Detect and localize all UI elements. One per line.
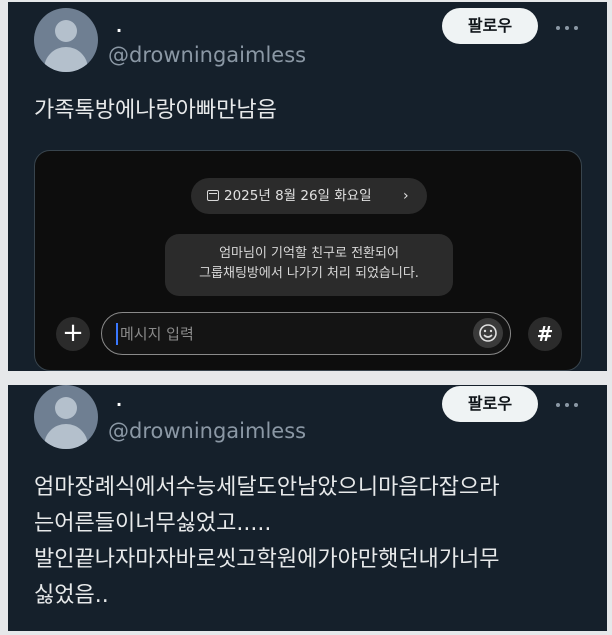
avatar-head — [55, 397, 77, 419]
message-input-placeholder: 메시지 입력 — [120, 325, 194, 343]
hash-icon: # — [528, 317, 562, 351]
text-caret — [116, 323, 118, 345]
tweet-text-line: 싫었음.. — [34, 583, 109, 608]
tweet-text-line: 발인끝나자마자바로씻고학원에가야만햇던내가너무 — [34, 547, 500, 572]
tweet-card: · @drowningaimless 팔로우 엄마장례식에서수능세달도안남았으니… — [8, 385, 607, 631]
tweet-text: 엄마장례식에서수능세달도안남았으니마음다잡으라 는어른들이너무싫었고..... … — [34, 470, 500, 614]
avatar-head — [55, 20, 77, 42]
avatar[interactable] — [34, 8, 98, 72]
tweet-text-line: 는어른들이너무싫었고..... — [34, 511, 272, 536]
system-message: 엄마님이 기억할 친구로 전환되어 그룹채팅방에서 나가기 처리 되었습니다. — [165, 234, 453, 296]
date-pill: 2025년 8월 26일 화요일 › — [191, 178, 427, 214]
system-message-line: 엄마님이 기억할 친구로 전환되어 — [219, 246, 399, 261]
avatar[interactable] — [34, 385, 98, 449]
plus-icon: + — [56, 317, 90, 351]
user-handle[interactable]: @drowningaimless — [108, 419, 306, 443]
system-message-line: 그룹채팅방에서 나가기 처리 되었습니다. — [199, 266, 419, 281]
follow-button[interactable]: 팔로우 — [442, 8, 538, 44]
chevron-right-icon: › — [403, 188, 409, 204]
user-handle[interactable]: @drowningaimless — [108, 43, 306, 67]
tweet-text-line: 가족톡방에나랑아빠만남음 — [34, 98, 277, 123]
more-icon[interactable] — [556, 401, 578, 409]
more-icon[interactable] — [556, 24, 578, 32]
tweet-card: · @drowningaimless 팔로우 가족톡방에나랑아빠만남음 2025… — [8, 2, 607, 371]
calendar-icon — [207, 190, 219, 201]
follow-button[interactable]: 팔로우 — [442, 386, 538, 422]
emoji-icon — [473, 318, 503, 348]
date-label: 2025년 8월 26일 화요일 — [224, 188, 372, 204]
message-input: 메시지 입력 — [101, 312, 511, 355]
display-name[interactable]: · — [116, 397, 122, 413]
display-name[interactable]: · — [116, 23, 122, 39]
tweet-text: 가족톡방에나랑아빠만남음 — [34, 94, 277, 127]
chat-screenshot[interactable]: 2025년 8월 26일 화요일 › 엄마님이 기억할 친구로 전환되어 그룹채… — [34, 150, 582, 371]
tweet-text-line: 엄마장례식에서수능세달도안남았으니마음다잡으라 — [34, 475, 500, 500]
avatar-body — [44, 424, 88, 449]
avatar-body — [44, 47, 88, 72]
